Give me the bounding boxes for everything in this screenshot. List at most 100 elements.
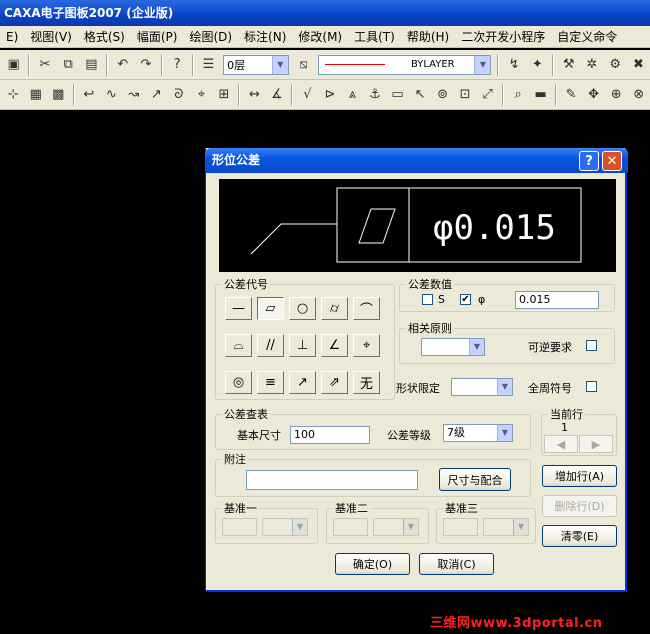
menu-item[interactable]: E)	[0, 30, 24, 44]
reversible-checkbox[interactable]	[586, 340, 597, 351]
cut-icon[interactable]: ✂	[35, 55, 54, 75]
help-icon[interactable]: ?	[168, 55, 187, 75]
undo-icon[interactable]: ↶	[113, 55, 132, 75]
clear-button[interactable]: 清零(E)	[542, 525, 617, 547]
hatch-icon[interactable]: ⌖	[192, 85, 211, 105]
line-profile-symbol-button[interactable]: ⌒	[353, 297, 380, 320]
datum3-select[interactable]: ▼	[483, 518, 529, 536]
detail-icon[interactable]: ⊡	[456, 85, 475, 105]
size-fit-button[interactable]: 尺寸与配合	[439, 468, 511, 491]
dim-icon[interactable]: ↔	[245, 85, 264, 105]
layer-select[interactable]: 0层 ▼	[223, 54, 289, 75]
block-icon[interactable]: ⊞	[215, 85, 234, 105]
text-icon[interactable]: ▦	[27, 85, 46, 105]
straightness-symbol-button[interactable]: —	[225, 297, 252, 320]
cylindricity-symbol-button[interactable]: ⌭	[321, 297, 348, 320]
delete-row-button[interactable]: 删除行(D)	[542, 495, 617, 517]
menu-item[interactable]: 帮助(H)	[401, 28, 455, 45]
wave-icon[interactable]: ∿	[102, 85, 121, 105]
measure-icon[interactable]: ⚒	[559, 55, 578, 75]
settings-icon[interactable]: ✲	[582, 55, 601, 75]
surface-profile-symbol-button[interactable]: ⌓	[225, 334, 252, 357]
datum3-input[interactable]	[443, 518, 478, 536]
grade-select[interactable]: 7级 ▼	[443, 424, 513, 442]
datum1-select[interactable]: ▼	[262, 518, 308, 536]
circular-runout-symbol-button[interactable]: ↗	[289, 371, 316, 394]
menu-item[interactable]: 工具(T)	[348, 28, 401, 45]
menu-item[interactable]: 标注(N)	[238, 28, 292, 45]
anchor-icon[interactable]: ⚓	[366, 85, 385, 105]
ok-button[interactable]: 确定(O)	[335, 553, 410, 575]
chevron-down-icon[interactable]: ▼	[497, 425, 512, 441]
total-runout-symbol-button[interactable]: ⇗	[321, 371, 348, 394]
add-row-button[interactable]: 增加行(A)	[542, 465, 617, 487]
section-icon[interactable]: ⤢	[478, 85, 497, 105]
position-symbol-button[interactable]: ⌖	[353, 334, 380, 357]
linetype-select[interactable]: BYLAYER ▼	[318, 54, 492, 75]
tol-value-input[interactable]: 0.015	[515, 291, 599, 309]
snap-icon[interactable]: ⊹	[4, 85, 23, 105]
basic-size-input[interactable]: 100	[290, 426, 370, 444]
cancel-button[interactable]: 取消(C)	[419, 553, 494, 575]
table-icon[interactable]: ▩	[49, 85, 68, 105]
redo-icon[interactable]: ↷	[136, 55, 155, 75]
layer-icon[interactable]: ☰	[199, 55, 218, 75]
datum2-select[interactable]: ▼	[373, 518, 419, 536]
paste-icon[interactable]: ▤	[82, 55, 101, 75]
zoom-icon[interactable]: ⊕	[607, 85, 626, 105]
spiral-icon[interactable]: ᘐ	[170, 85, 189, 105]
dim-angle-icon[interactable]: ∡	[268, 85, 287, 105]
circularity-symbol-button[interactable]: ○	[289, 297, 316, 320]
leader-icon[interactable]: ↖	[411, 85, 430, 105]
zoom-all-icon[interactable]: ⊗	[629, 85, 648, 105]
menu-item[interactable]: 二次开发小程序	[455, 28, 551, 45]
menu-item[interactable]: 自定义命令	[551, 28, 623, 45]
related-select[interactable]: ▼	[421, 338, 485, 356]
all-around-checkbox[interactable]	[586, 381, 597, 392]
copy-icon[interactable]: ⧉	[59, 55, 78, 75]
concentricity-symbol-button[interactable]: ◎	[225, 371, 252, 394]
link-icon[interactable]: ⚙	[606, 55, 625, 75]
close-button[interactable]: ✕	[602, 151, 622, 171]
gdt-icon[interactable]: ▭	[388, 85, 407, 105]
datum1-input[interactable]	[222, 518, 257, 536]
help-button[interactable]: ?	[579, 151, 599, 171]
chevron-down-icon[interactable]: ▼	[497, 379, 512, 395]
menu-item[interactable]: 格式(S)	[78, 28, 131, 45]
chevron-down-icon[interactable]: ▼	[469, 339, 484, 355]
s-checkbox[interactable]	[422, 294, 433, 305]
chevron-down-icon[interactable]: ▼	[513, 519, 528, 535]
note-input[interactable]	[246, 470, 418, 490]
flatness-symbol-button[interactable]: ▱	[257, 297, 284, 320]
tool-icon[interactable]: ✖	[629, 55, 648, 75]
chevron-down-icon[interactable]: ▼	[403, 519, 418, 535]
symmetry-symbol-button[interactable]: ≡	[257, 371, 284, 394]
next-row-button[interactable]: ▶	[579, 435, 613, 453]
shape-limit-select[interactable]: ▼	[451, 378, 513, 396]
polyline-icon[interactable]: ↯	[504, 55, 523, 75]
linetype-icon[interactable]: ⧅	[294, 55, 313, 75]
datum2-input[interactable]	[333, 518, 368, 536]
trim-icon[interactable]: ✦	[528, 55, 547, 75]
datum-icon[interactable]: ⊳	[321, 85, 340, 105]
balloon-icon[interactable]: ⊚	[433, 85, 452, 105]
hook-icon[interactable]: ↩	[80, 85, 99, 105]
menu-item[interactable]: 幅面(P)	[131, 28, 184, 45]
chevron-down-icon[interactable]: ▼	[292, 519, 307, 535]
phi-checkbox[interactable]: ✔	[460, 294, 471, 305]
zigzag-icon[interactable]: ↝	[125, 85, 144, 105]
chevron-down-icon[interactable]: ▼	[474, 55, 491, 74]
angularity-symbol-button[interactable]: ∠	[321, 334, 348, 357]
pan-icon[interactable]: ✥	[584, 85, 603, 105]
menu-item[interactable]: 绘图(D)	[183, 28, 238, 45]
prev-row-button[interactable]: ◀	[544, 435, 578, 453]
pencil-icon[interactable]: ✎	[562, 85, 581, 105]
roughness-icon[interactable]: √	[298, 85, 317, 105]
none-symbol-button[interactable]: 无	[353, 371, 380, 394]
chevron-down-icon[interactable]: ▼	[271, 55, 288, 74]
perpendicularity-symbol-button[interactable]: ⊥	[289, 334, 316, 357]
menu-item[interactable]: 视图(V)	[24, 28, 78, 45]
save-icon[interactable]: ▣	[4, 55, 23, 75]
ruler-icon[interactable]: ▬	[531, 85, 550, 105]
parallelism-symbol-button[interactable]: //	[257, 334, 284, 357]
